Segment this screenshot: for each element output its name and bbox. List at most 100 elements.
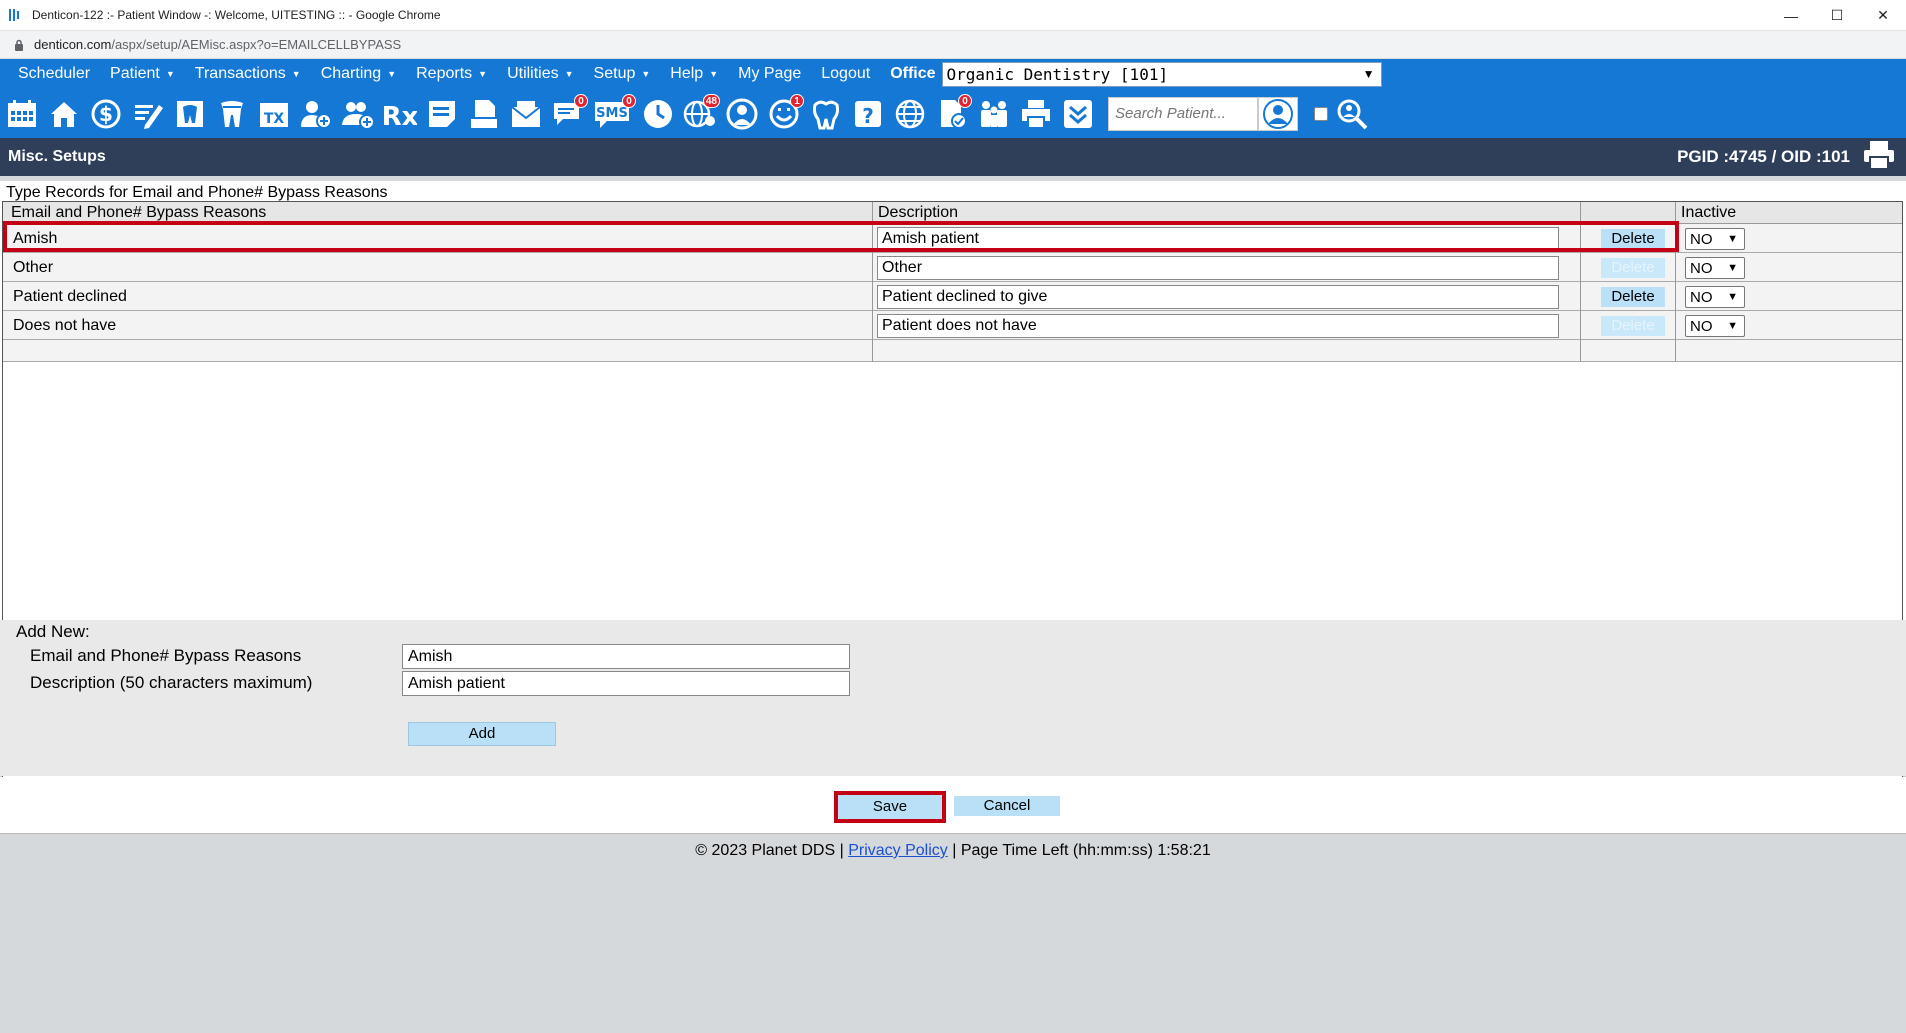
printer-icon[interactable]: [1018, 94, 1054, 134]
url-text[interactable]: denticon.com/aspx/setup/AEMisc.aspx?o=EM…: [34, 37, 401, 52]
save-button[interactable]: Save: [834, 791, 946, 823]
table-row: Patient declined Patient declined to giv…: [3, 282, 1902, 311]
cancel-button[interactable]: Cancel: [954, 796, 1060, 816]
menu-patient[interactable]: Patient ▼: [100, 59, 185, 89]
tx-icon[interactable]: TX: [256, 94, 292, 134]
family-icon[interactable]: [976, 94, 1012, 134]
caret-down-icon: ▼: [709, 69, 719, 79]
description-input[interactable]: Patient does not have: [877, 314, 1559, 338]
table-row: Amish Amish patient Delete NO ▼: [3, 224, 1902, 253]
dollar-icon[interactable]: $: [88, 94, 124, 134]
description-input[interactable]: Other: [877, 256, 1559, 280]
svg-text:$: $: [99, 102, 113, 126]
home-icon[interactable]: [46, 94, 82, 134]
mail-icon[interactable]: [508, 94, 544, 134]
patient-search-button[interactable]: [1258, 96, 1298, 131]
add-button[interactable]: Add: [408, 722, 556, 746]
menu-transactions[interactable]: Transactions ▼: [185, 59, 311, 89]
support-icon[interactable]: [724, 94, 760, 134]
inactive-select[interactable]: NO ▼: [1685, 286, 1745, 308]
office-label: Office: [890, 65, 936, 82]
svg-text:?: ?: [862, 104, 874, 128]
search-option-checkbox[interactable]: [1314, 106, 1328, 121]
description-input[interactable]: Patient declined to give: [877, 285, 1559, 309]
caret-down-icon: ▼: [641, 69, 651, 79]
edit-notes-icon[interactable]: [130, 94, 166, 134]
maximize-button[interactable]: ☐: [1814, 0, 1860, 31]
inactive-select[interactable]: NO ▼: [1685, 257, 1745, 279]
inactive-value: NO: [1690, 317, 1713, 335]
globe-users-icon[interactable]: 48: [682, 93, 720, 134]
menu-reports[interactable]: Reports ▼: [406, 59, 497, 89]
chevron-down-icon: ▼: [1727, 233, 1738, 245]
messages-badge: 0: [574, 93, 588, 108]
menu-utilities[interactable]: Utilities ▼: [497, 59, 583, 89]
privacy-policy-link[interactable]: Privacy Policy: [848, 842, 948, 859]
caret-down-icon: ▼: [564, 69, 574, 79]
delete-button[interactable]: Delete: [1601, 316, 1665, 336]
calendar-icon[interactable]: [4, 94, 40, 134]
chevron-down-icon: ▼: [1727, 320, 1738, 332]
menu-label: Transactions: [194, 65, 286, 82]
tooth-question-icon[interactable]: ?: [850, 94, 886, 134]
caret-down-icon: ▼: [387, 69, 397, 79]
add-family-icon[interactable]: [340, 94, 376, 134]
menu-label: Scheduler: [18, 65, 91, 82]
web-icon[interactable]: [892, 94, 928, 134]
menu-label: Logout: [821, 65, 871, 82]
tooth-chart-icon[interactable]: [172, 94, 208, 134]
inactive-value: NO: [1690, 230, 1713, 248]
tooth-icon[interactable]: [214, 94, 250, 134]
delete-button[interactable]: Delete: [1601, 229, 1665, 249]
delete-button[interactable]: Delete: [1601, 258, 1665, 278]
description-input[interactable]: Amish patient: [877, 227, 1559, 251]
reason-label: Email and Phone# Bypass Reasons: [30, 646, 302, 665]
add-patient-icon[interactable]: [298, 94, 334, 134]
menu-label: Reports: [416, 65, 473, 82]
document-check-icon[interactable]: 0: [934, 93, 972, 134]
search-patient-input[interactable]: [1108, 96, 1258, 131]
menu-label: Setup: [593, 65, 636, 82]
caret-down-icon: ▼: [291, 69, 301, 79]
document-icon[interactable]: [466, 94, 502, 134]
icon-toolbar: $ TX Rx 0 SMS 0 48 1 ? 0: [0, 89, 1906, 138]
main-menu-bar: Scheduler Patient ▼ Transactions ▼ Chartin…: [0, 59, 1906, 89]
inactive-select[interactable]: NO ▼: [1685, 228, 1745, 250]
address-bar[interactable]: denticon.com/aspx/setup/AEMisc.aspx?o=EM…: [0, 31, 1906, 59]
delete-button[interactable]: Delete: [1601, 287, 1665, 307]
reason-cell: Does not have: [13, 317, 117, 334]
chevron-down-box-icon[interactable]: [1060, 94, 1096, 134]
caret-down-icon: ▼: [165, 69, 175, 79]
menu-my-page[interactable]: My Page: [728, 59, 811, 89]
inactive-select[interactable]: NO ▼: [1685, 315, 1745, 337]
office-select[interactable]: Organic Dentistry [101] ▼: [941, 61, 1382, 87]
print-icon[interactable]: [1862, 140, 1896, 175]
clock-icon[interactable]: [640, 94, 676, 134]
menu-logout[interactable]: Logout: [811, 59, 880, 89]
menu-setup[interactable]: Setup ▼: [584, 59, 661, 89]
menu-scheduler[interactable]: Scheduler: [8, 59, 100, 89]
new-reason-input[interactable]: Amish: [402, 644, 850, 669]
close-button[interactable]: ✕: [1860, 0, 1906, 31]
window-title: Denticon-122 :- Patient Window -: Welcom…: [32, 8, 441, 22]
advanced-search-icon[interactable]: [1334, 94, 1370, 134]
header-inactive: Inactive: [1681, 204, 1737, 221]
lock-icon[interactable]: [14, 39, 24, 51]
form-actions: Save Cancel: [0, 777, 1906, 833]
minimize-button[interactable]: —: [1768, 0, 1814, 31]
header-reason: Email and Phone# Bypass Reasons: [11, 204, 267, 221]
new-description-input[interactable]: Amish patient: [402, 671, 850, 696]
column-divider: [1675, 202, 1676, 362]
sms-icon[interactable]: SMS 0: [592, 93, 636, 134]
notes-icon[interactable]: [424, 94, 460, 134]
menu-help[interactable]: Help ▼: [660, 59, 728, 89]
tooth-outline-icon[interactable]: [808, 94, 844, 134]
column-divider: [1580, 202, 1581, 362]
inactive-value: NO: [1690, 259, 1713, 277]
menu-charting[interactable]: Charting ▼: [311, 59, 406, 89]
rx-icon[interactable]: Rx: [382, 94, 418, 134]
svg-text:Rx: Rx: [383, 102, 417, 131]
messages-icon[interactable]: 0: [550, 93, 588, 134]
smile-icon[interactable]: 1: [766, 93, 804, 134]
app-icon: [8, 7, 24, 23]
